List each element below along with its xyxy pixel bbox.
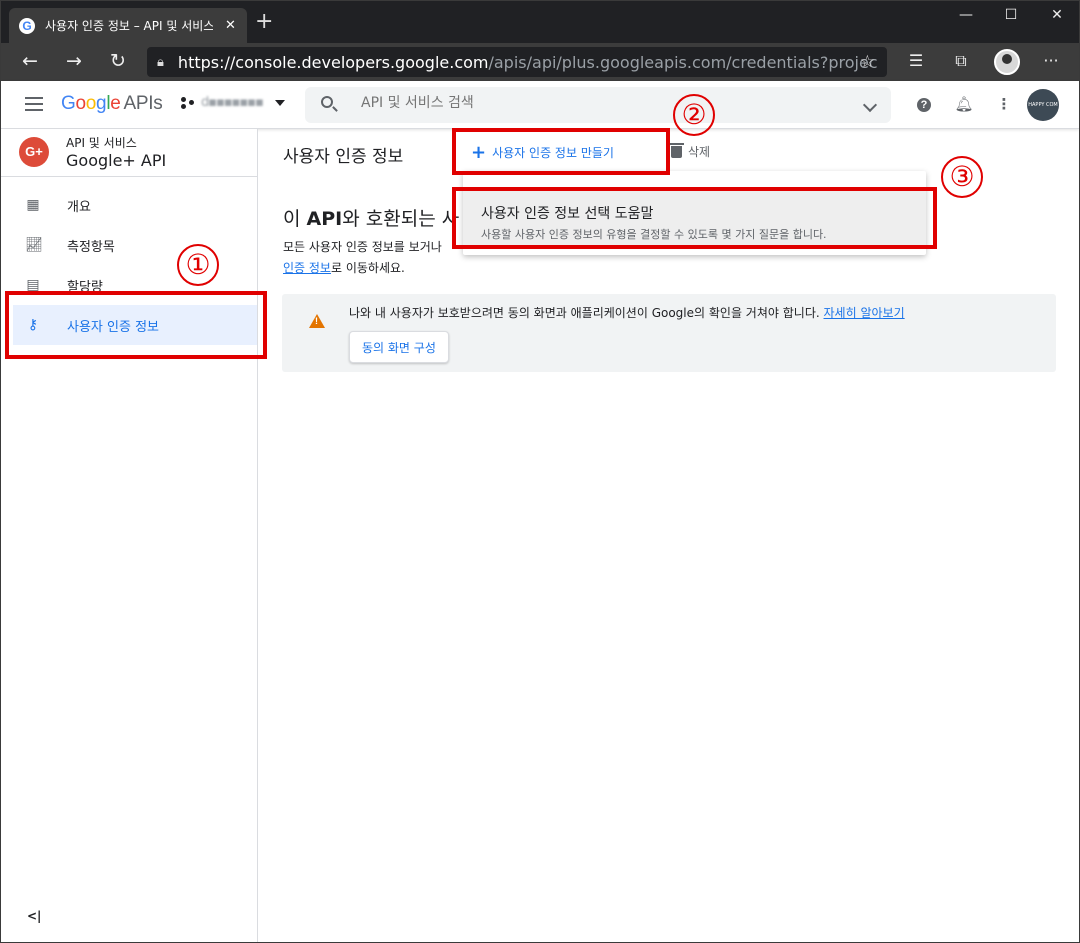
- search-icon: [321, 96, 333, 108]
- chevron-down-icon[interactable]: [862, 97, 878, 113]
- tab-title: 사용자 인증 정보 – API 및 서비스: [45, 19, 213, 33]
- section-description: 모든 사용자 인증 정보를 보거나 인증 정보로 이동하세요.: [283, 240, 442, 275]
- api-services-label: API 및 서비스: [66, 136, 137, 150]
- forward-icon[interactable]: →: [62, 51, 86, 71]
- google-apis-logo[interactable]: Google APIs: [61, 93, 163, 115]
- delete-button[interactable]: 삭제: [669, 142, 711, 160]
- learn-more-link[interactable]: 자세히 알아보기: [824, 306, 905, 320]
- more-vert-icon[interactable]: ⋮: [994, 95, 1014, 115]
- browser-window: G 사용자 인증 정보 – API 및 서비스 ✕ + — ☐ ✕ ← → ↻ …: [0, 0, 1080, 943]
- create-credentials-label: 사용자 인증 정보 만들기: [492, 145, 614, 160]
- annotation-step-1: ①: [177, 244, 219, 286]
- sidebar-item-label: 할당량: [67, 279, 103, 295]
- favorites-list-icon[interactable]: ☰: [904, 51, 928, 70]
- sidebar-item-label: 사용자 인증 정보: [67, 319, 159, 335]
- sidebar-item-credentials[interactable]: ⚷ 사용자 인증 정보: [13, 305, 257, 345]
- url-host: https://console.developers.google.com: [177, 52, 489, 72]
- section-heading: 이 API와 호환되는 사: [283, 208, 460, 230]
- google-plus-icon: G+: [19, 137, 49, 167]
- address-toolbar: ← → ↻ 🔒︎ https://console.developers.goog…: [1, 43, 1079, 81]
- favorite-star-icon[interactable]: ☆: [860, 52, 875, 72]
- dashboard-icon: ▦: [26, 197, 40, 213]
- logo-apis: APIs: [123, 93, 163, 114]
- configure-consent-screen-button[interactable]: 동의 화면 구성: [349, 331, 449, 363]
- key-icon: ⚷: [27, 317, 39, 333]
- trash-icon: [669, 142, 684, 158]
- warning-icon: [309, 314, 325, 328]
- hamburger-menu-icon[interactable]: [25, 97, 43, 111]
- menu-item-credential-wizard[interactable]: 사용자 인증 정보 선택 도움말 사용할 사용자 인증 정보의 유형을 결정할 …: [463, 189, 926, 245]
- menu-item-description: 사용할 사용자 인증 정보의 유형을 결정할 수 있도록 몇 가지 질문을 합니…: [481, 228, 827, 241]
- credentials-link[interactable]: 인증 정보: [283, 261, 331, 275]
- sidebar-item-label: 측정항목: [67, 239, 115, 255]
- quota-icon: ▤: [26, 277, 40, 293]
- sidebar-item-quota[interactable]: ▤ 할당량: [1, 265, 257, 305]
- lock-icon: 🔒︎: [157, 54, 164, 70]
- browser-tab[interactable]: G 사용자 인증 정보 – API 및 서비스 ✕: [9, 8, 247, 43]
- collections-icon[interactable]: ⧉: [949, 51, 973, 71]
- console-header: GoogleAPIs d▪▪▪▪▪▪▪▪ ? 🔔︎ ⋮ HAPPY COM: [1, 81, 1079, 129]
- collapse-sidebar-icon[interactable]: <|: [27, 909, 41, 923]
- account-avatar[interactable]: HAPPY COM: [1027, 89, 1059, 121]
- caret-down-icon: [275, 99, 285, 106]
- sidebar-item-label: 개요: [67, 199, 91, 215]
- address-bar[interactable]: 🔒︎ https://console.developers.google.com…: [147, 47, 887, 77]
- logo-google: Google: [61, 93, 121, 114]
- more-menu-icon[interactable]: ···: [1039, 51, 1063, 70]
- plus-icon: +: [471, 141, 487, 163]
- profile-avatar[interactable]: [994, 49, 1020, 75]
- menu-item-title: 사용자 인증 정보 선택 도움말: [481, 206, 654, 222]
- api-name: Google+ API: [66, 151, 167, 170]
- sidebar: G+ API 및 서비스 Google+ API ▦ 개요 📈︎ 측정항목 ▤ …: [1, 129, 258, 942]
- project-icon: [181, 96, 195, 110]
- back-icon[interactable]: ←: [18, 51, 42, 71]
- search-bar[interactable]: [305, 87, 891, 123]
- new-tab-icon[interactable]: +: [255, 11, 273, 33]
- page-title: 사용자 인증 정보: [283, 147, 404, 167]
- window-close-icon[interactable]: ✕: [1042, 7, 1072, 23]
- close-icon[interactable]: ✕: [225, 18, 236, 33]
- delete-label: 삭제: [688, 145, 711, 159]
- annotation-step-3: ③: [941, 156, 983, 198]
- sidebar-item-metrics[interactable]: 📈︎ 측정항목: [1, 225, 257, 265]
- create-credentials-button[interactable]: + 사용자 인증 정보 만들기: [471, 139, 614, 165]
- help-icon[interactable]: ?: [914, 95, 934, 115]
- annotation-step-2: ②: [673, 94, 715, 136]
- title-bar: G 사용자 인증 정보 – API 및 서비스 ✕ + — ☐ ✕: [1, 1, 1079, 43]
- api-header: G+ API 및 서비스 Google+ API: [1, 129, 257, 177]
- project-name: d▪▪▪▪▪▪▪▪: [201, 95, 263, 110]
- sidebar-item-overview[interactable]: ▦ 개요: [1, 185, 257, 225]
- reload-icon[interactable]: ↻: [106, 51, 130, 71]
- metrics-icon: 📈︎: [25, 237, 43, 253]
- url-path: /apis/api/plus.googleapis.com/credential…: [488, 52, 879, 72]
- create-credentials-menu: 사용자 인증 정보 선택 도움말 사용할 사용자 인증 정보의 유형을 결정할 …: [463, 171, 926, 255]
- google-favicon-icon: G: [19, 17, 35, 34]
- warning-text: 나와 내 사용자가 보호받으려면 동의 화면과 애플리케이션이 Google의 …: [349, 306, 905, 320]
- project-selector[interactable]: d▪▪▪▪▪▪▪▪: [181, 95, 285, 110]
- notifications-bell-icon[interactable]: 🔔︎: [954, 95, 974, 115]
- minimize-icon[interactable]: —: [951, 7, 981, 23]
- maximize-icon[interactable]: ☐: [996, 7, 1026, 23]
- search-input[interactable]: [361, 95, 841, 111]
- verification-warning-box: 나와 내 사용자가 보호받으려면 동의 화면과 애플리케이션이 Google의 …: [282, 294, 1056, 372]
